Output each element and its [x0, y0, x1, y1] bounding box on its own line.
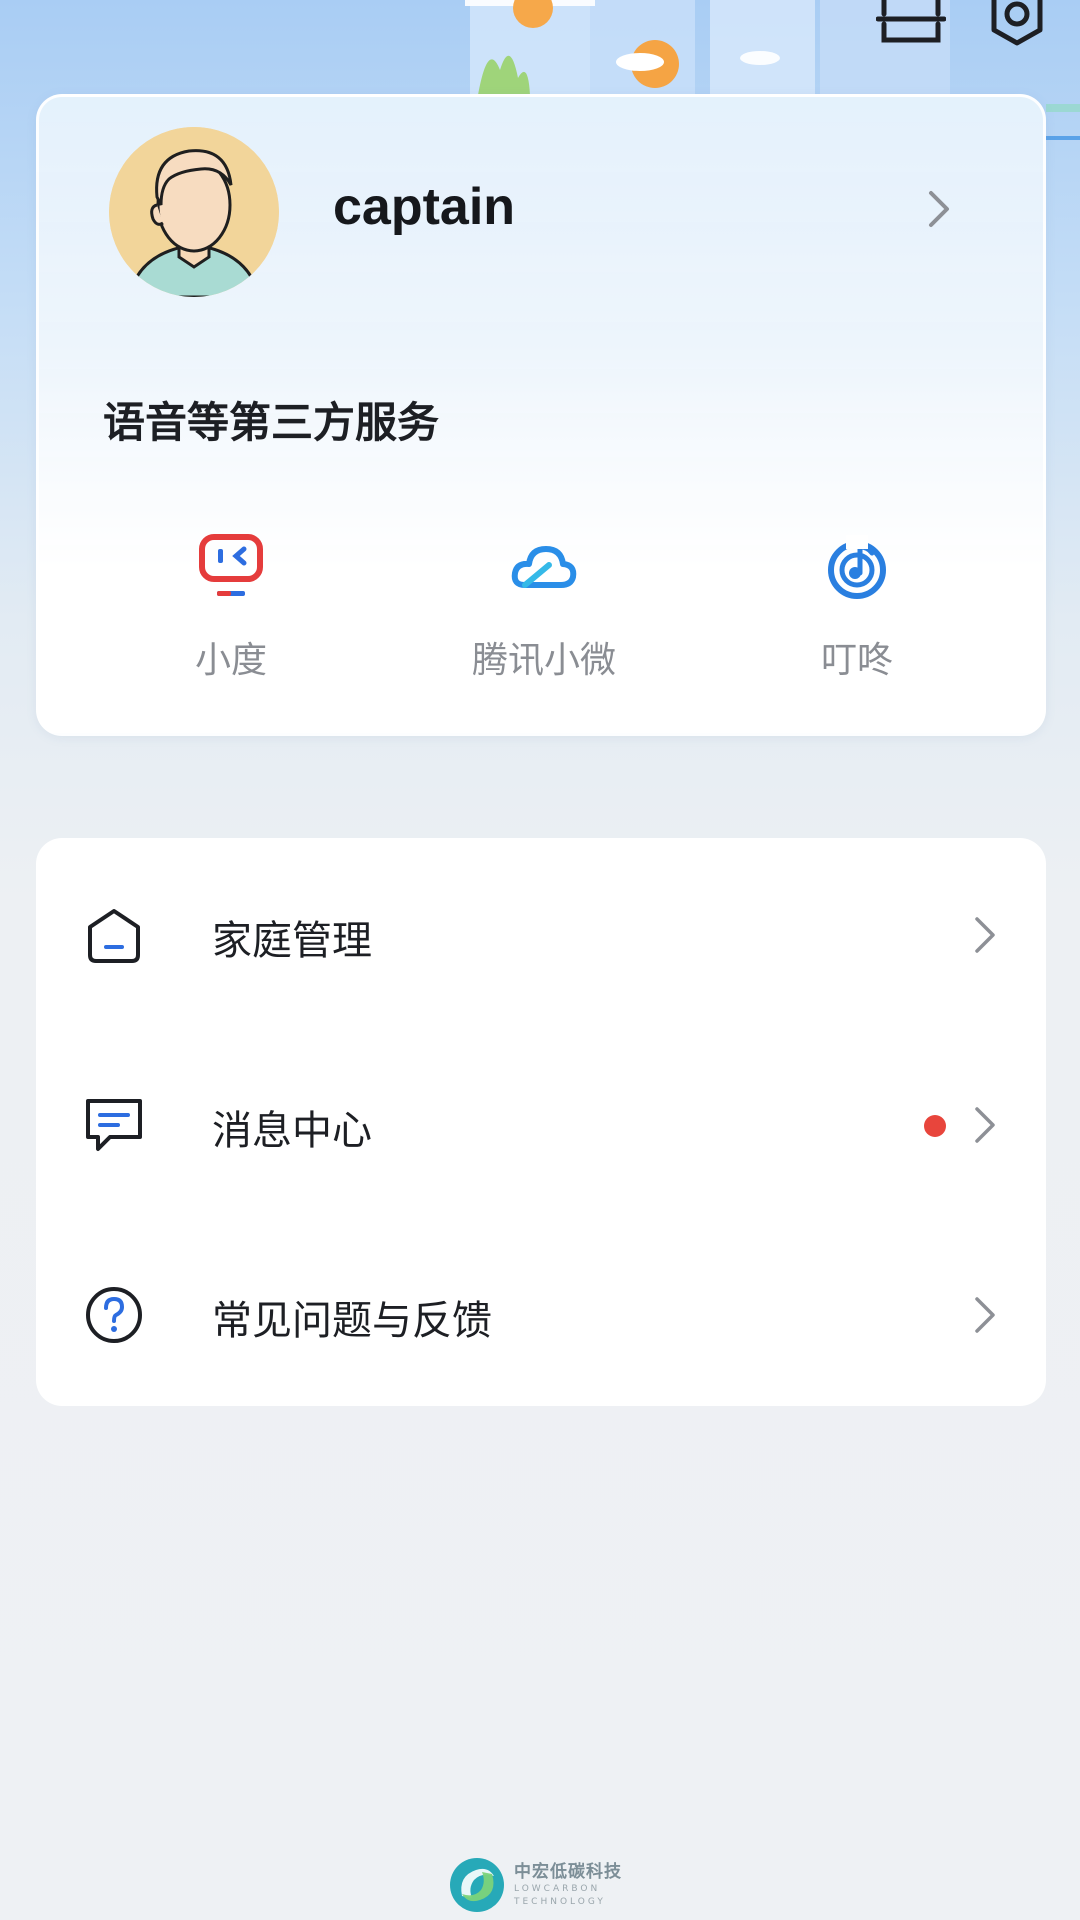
service-dingdong[interactable]: 叮咚	[737, 533, 977, 683]
home-icon	[88, 909, 140, 963]
scan-button[interactable]	[876, 0, 946, 50]
xiaodu-robot-icon	[199, 534, 263, 596]
chevron-right-icon[interactable]	[927, 189, 951, 229]
menu-card: 家庭管理 消息中心 常见问题与反馈	[36, 838, 1046, 1406]
brand-name-cn: 中宏低碳科技	[514, 1861, 622, 1882]
message-icon	[86, 1099, 142, 1151]
brand-text: 中宏低碳科技 LOWCARBON TECHNOLOGY	[514, 1861, 622, 1907]
brand-name-en-2: TECHNOLOGY	[514, 1896, 606, 1907]
menu-item-faq-feedback[interactable]: 常见问题与反馈	[36, 1218, 1046, 1408]
dingdong-music-icon	[828, 535, 886, 599]
service-tencent-xiaowei[interactable]: 腾讯小微	[424, 533, 664, 683]
service-label: 叮咚	[820, 640, 893, 681]
services-list: 小度 腾讯小微 叮咚	[39, 533, 1049, 683]
menu-item-message-center[interactable]: 消息中心	[36, 1028, 1046, 1218]
service-label: 腾讯小微	[471, 640, 616, 681]
services-title: 语音等第三方服务	[103, 398, 440, 447]
menu-label: 家庭管理	[212, 918, 372, 964]
service-xiaodu[interactable]: 小度	[111, 533, 351, 683]
chevron-right-icon	[975, 1107, 995, 1143]
tencent-cloud-icon	[511, 546, 577, 588]
top-actions	[876, 0, 1052, 50]
menu-label: 常见问题与反馈	[212, 1298, 492, 1344]
chevron-right-icon	[975, 917, 995, 953]
gear-icon	[991, 0, 1043, 46]
brand-logo: 中宏低碳科技 LOWCARBON TECHNOLOGY	[448, 1854, 638, 1916]
avatar[interactable]	[109, 127, 279, 297]
brand-logo-icon	[450, 1858, 504, 1912]
brand-name-en-1: LOWCARBON	[514, 1883, 601, 1894]
settings-button[interactable]	[982, 0, 1052, 50]
user-avatar-illustration	[109, 127, 279, 297]
username[interactable]: captain	[333, 177, 515, 237]
help-icon	[86, 1287, 142, 1343]
scan-icon	[876, 0, 946, 43]
chevron-right-icon	[975, 1297, 995, 1333]
unread-badge	[924, 1115, 946, 1137]
service-label: 小度	[194, 640, 267, 681]
menu-label: 消息中心	[212, 1108, 372, 1154]
menu-item-home-management[interactable]: 家庭管理	[36, 838, 1046, 1028]
profile-card: captain 语音等第三方服务 小度 腾讯小微 叮咚	[36, 94, 1046, 736]
